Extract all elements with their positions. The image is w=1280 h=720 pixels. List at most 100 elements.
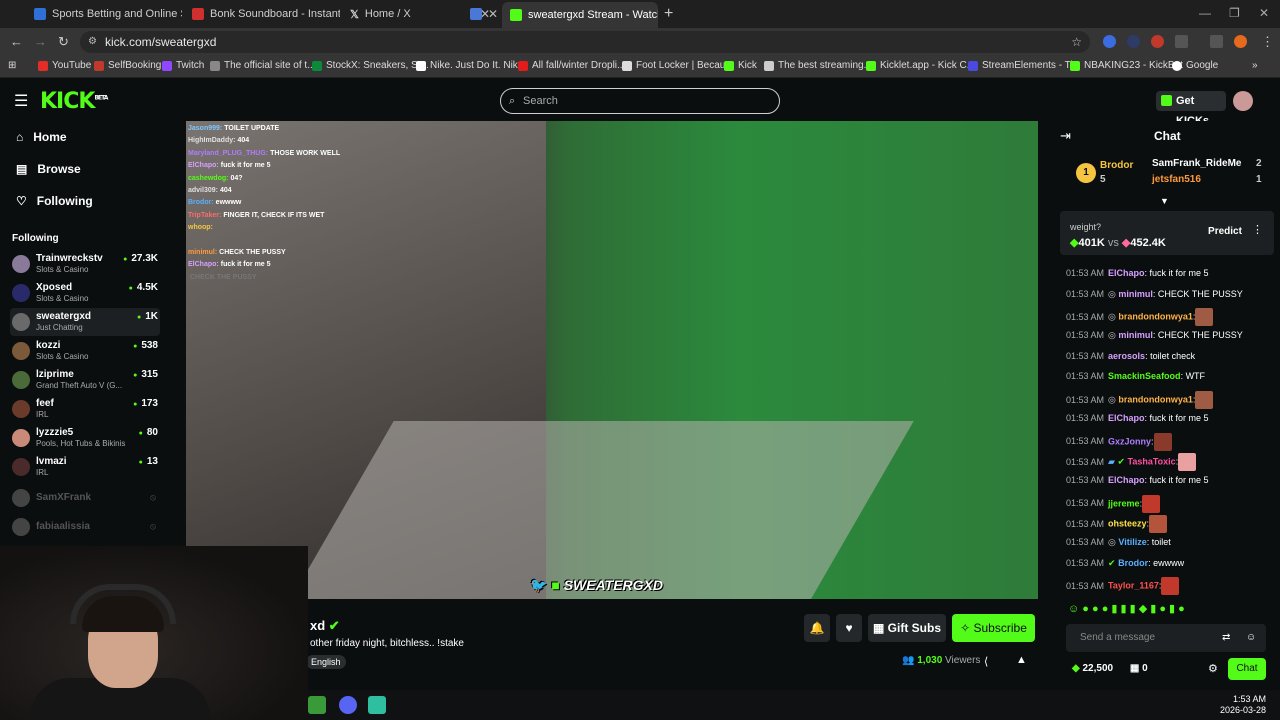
notification-bell-button[interactable]: 🔔 <box>804 614 830 642</box>
kebab-menu-icon[interactable]: ⋮ <box>1261 34 1274 50</box>
nav-following[interactable]: ♡ Following <box>16 194 93 208</box>
bookmark-item[interactable]: The best streaming... <box>764 60 872 71</box>
reload-icon[interactable]: ↻ <box>58 34 69 50</box>
forward-icon[interactable]: → <box>34 34 47 49</box>
discord-icon[interactable] <box>339 696 357 714</box>
overlay-chat-line: Brodor: ewwww <box>188 199 242 207</box>
back-icon[interactable]: ← <box>10 34 23 49</box>
sidebar-channel[interactable]: kozziSlots & Casino538 <box>10 337 160 365</box>
sidebar-channel-offline[interactable]: SamXFrank ⦸ <box>10 484 160 512</box>
bookmark-icon <box>518 60 528 71</box>
chat-input[interactable]: Send a message ⇄ ☺ <box>1066 624 1266 652</box>
get-kicks-button[interactable]: Get KICKs <box>1156 91 1226 127</box>
more-bookmarks-icon[interactable]: » <box>1252 60 1258 71</box>
verified-icon: ✔ <box>328 618 340 633</box>
browser-tab-2[interactable]: Bonk Soundboard - Instant Sou ✕ <box>184 3 340 25</box>
share-icon[interactable]: ⟨ <box>984 655 988 668</box>
more-icon[interactable]: ⋮ <box>1252 223 1263 236</box>
nav-browse[interactable]: ▤ Browse <box>16 162 81 176</box>
subscribe-button[interactable]: ✧ Subscribe <box>952 614 1035 642</box>
sidebar-channel[interactable]: lziprimeGrand Theft Auto V (G...315 <box>10 366 160 394</box>
browser-tab-1[interactable]: Sports Betting and Online Spor ✕ <box>26 3 182 25</box>
video-player[interactable]: Jason999: TOILET UPDATE HighImDaddy: 404 M… <box>186 121 1038 599</box>
maximize-icon[interactable]: ❐ <box>1229 6 1240 20</box>
overlay-chat-line: ElChapo: fuck it for me 5 <box>188 162 271 170</box>
url-input[interactable]: ⚙ kick.com/sweatergxd ☆ <box>80 31 1090 53</box>
sidebar-channel-offline[interactable]: fabiaalissia ⦸ <box>10 513 160 541</box>
collapse-chat-icon[interactable]: ⇥ <box>1060 128 1071 144</box>
site-info-icon[interactable]: ⚙ <box>88 31 97 53</box>
search-input[interactable]: ⌕ Search <box>500 88 780 114</box>
app-icon[interactable] <box>368 696 386 714</box>
bookmark-item[interactable]: StockX: Sneakers, St... <box>312 60 429 71</box>
sidebar-channel-selected[interactable]: sweatergxdJust Chatting1K <box>10 308 160 336</box>
bookmark-icon <box>94 60 104 71</box>
user-avatar[interactable] <box>1233 91 1253 111</box>
offline-icon: ⦸ <box>150 521 156 531</box>
emote <box>1178 453 1197 472</box>
emoji-icon[interactable]: ☺ <box>1246 624 1256 652</box>
bookmark-item[interactable]: NBAKING23 - KickBot <box>1070 60 1183 71</box>
bookmark-item[interactable]: StreamElements - Ti... <box>968 60 1081 71</box>
new-tab-button[interactable]: + <box>664 5 673 23</box>
puzzle-icon[interactable] <box>1175 35 1188 48</box>
pin-icon[interactable]: ▼ <box>1160 196 1169 206</box>
close-window-icon[interactable]: ✕ <box>1259 6 1269 20</box>
sidebar-channel[interactable]: XposedSlots & Casino4.5K <box>10 279 160 307</box>
sidebar-channel[interactable]: feefIRL173 <box>10 395 160 423</box>
gift-subs-button[interactable]: ▦ Gift Subs <box>868 614 946 642</box>
sidebar-channel[interactable]: lvmaziIRL13 <box>10 453 160 481</box>
bookmark-item[interactable]: Kicklet.app - Kick C... <box>866 60 975 71</box>
sidebar-channel[interactable]: lyzzzie5Pools, Hot Tubs & Bikinis80 <box>10 424 160 452</box>
bookmark-item[interactable]: Google <box>1172 60 1218 71</box>
chat-messages: 01:53 AM ElChapo: fuck it for me 5 01:53 … <box>1066 267 1276 598</box>
profile-icon[interactable] <box>1234 35 1247 48</box>
youtube-icon <box>38 60 48 71</box>
settings-gear-icon[interactable]: ⚙ <box>1208 662 1218 675</box>
kicklet-icon <box>866 60 876 71</box>
x-logo-icon: 𝕏 <box>350 8 359 21</box>
avatar <box>12 313 30 331</box>
extension-icon[interactable] <box>1127 35 1140 48</box>
bookmark-item[interactable]: SelfBooking <box>94 60 161 71</box>
kick-icon <box>510 9 522 21</box>
browser-tab-4[interactable]: ✕ <box>462 3 498 25</box>
bookmark-item[interactable]: Twitch <box>162 60 204 71</box>
apps-icon[interactable]: ⊞ <box>8 60 16 71</box>
close-icon[interactable]: ✕ <box>488 7 498 21</box>
bookmark-item[interactable]: Nike. Just Do It. Nik... <box>416 60 526 71</box>
bookmark-item[interactable]: Foot Locker | Becau... <box>622 60 734 71</box>
bookmark-icon <box>210 60 220 71</box>
media-icon[interactable] <box>1210 35 1223 48</box>
site-header: ☰ KICKBETA ⌕ Search Get KICKs <box>0 79 1280 127</box>
star-icon[interactable]: ☆ <box>1071 31 1082 53</box>
chat-message: 01:53 AM ElChapo: fuck it for me 5 <box>1066 474 1209 485</box>
sidebar-channel[interactable]: TrainwreckstvSlots & Casino27.3K <box>10 250 160 278</box>
bookmark-item[interactable]: All fall/winter Dropli... <box>518 60 625 71</box>
minimize-icon[interactable]: — <box>1199 6 1211 20</box>
report-icon[interactable]: ▲ <box>1016 654 1027 666</box>
browser-tab-active[interactable]: sweatergxd Stream - Watch ◀) ✕ <box>502 2 658 28</box>
extension-icon[interactable] <box>1103 35 1116 48</box>
chat-message: 01:53 AM ohsteezy: <box>1066 515 1276 536</box>
nav-home[interactable]: ⌂ Home <box>16 130 67 144</box>
translate-icon[interactable]: ⇄ <box>1222 624 1230 652</box>
emote-bar[interactable]: ☺ ● ● ● ▮ ▮ ▮ ◆ ▮ ● ▮ ● <box>1068 602 1278 622</box>
chat-message: 01:53 AM aerosols: toilet check <box>1066 350 1196 361</box>
emote <box>1153 432 1172 451</box>
system-clock[interactable]: 1:53 AM 2026-03-28 <box>1220 694 1266 716</box>
extension-icon[interactable] <box>1151 35 1164 48</box>
bookmark-item[interactable]: The official site of t... <box>210 60 316 71</box>
predict-button[interactable]: Predict <box>1200 221 1250 243</box>
language-tag[interactable]: English <box>306 655 346 669</box>
bookmark-item[interactable]: YouTube <box>38 60 91 71</box>
kick-logo[interactable]: KICKBETA <box>40 89 108 114</box>
google-icon <box>1172 60 1182 71</box>
address-bar-row: ← → ↻ ⚙ kick.com/sweatergxd ☆ ⋮ <box>0 28 1280 56</box>
bookmark-item[interactable]: Kick <box>724 60 757 71</box>
xbox-icon[interactable] <box>308 696 326 714</box>
send-chat-button[interactable]: Chat <box>1228 658 1266 680</box>
avatar <box>12 400 30 418</box>
menu-icon[interactable]: ☰ <box>14 91 28 111</box>
follow-heart-button[interactable]: ♥ <box>836 614 862 642</box>
